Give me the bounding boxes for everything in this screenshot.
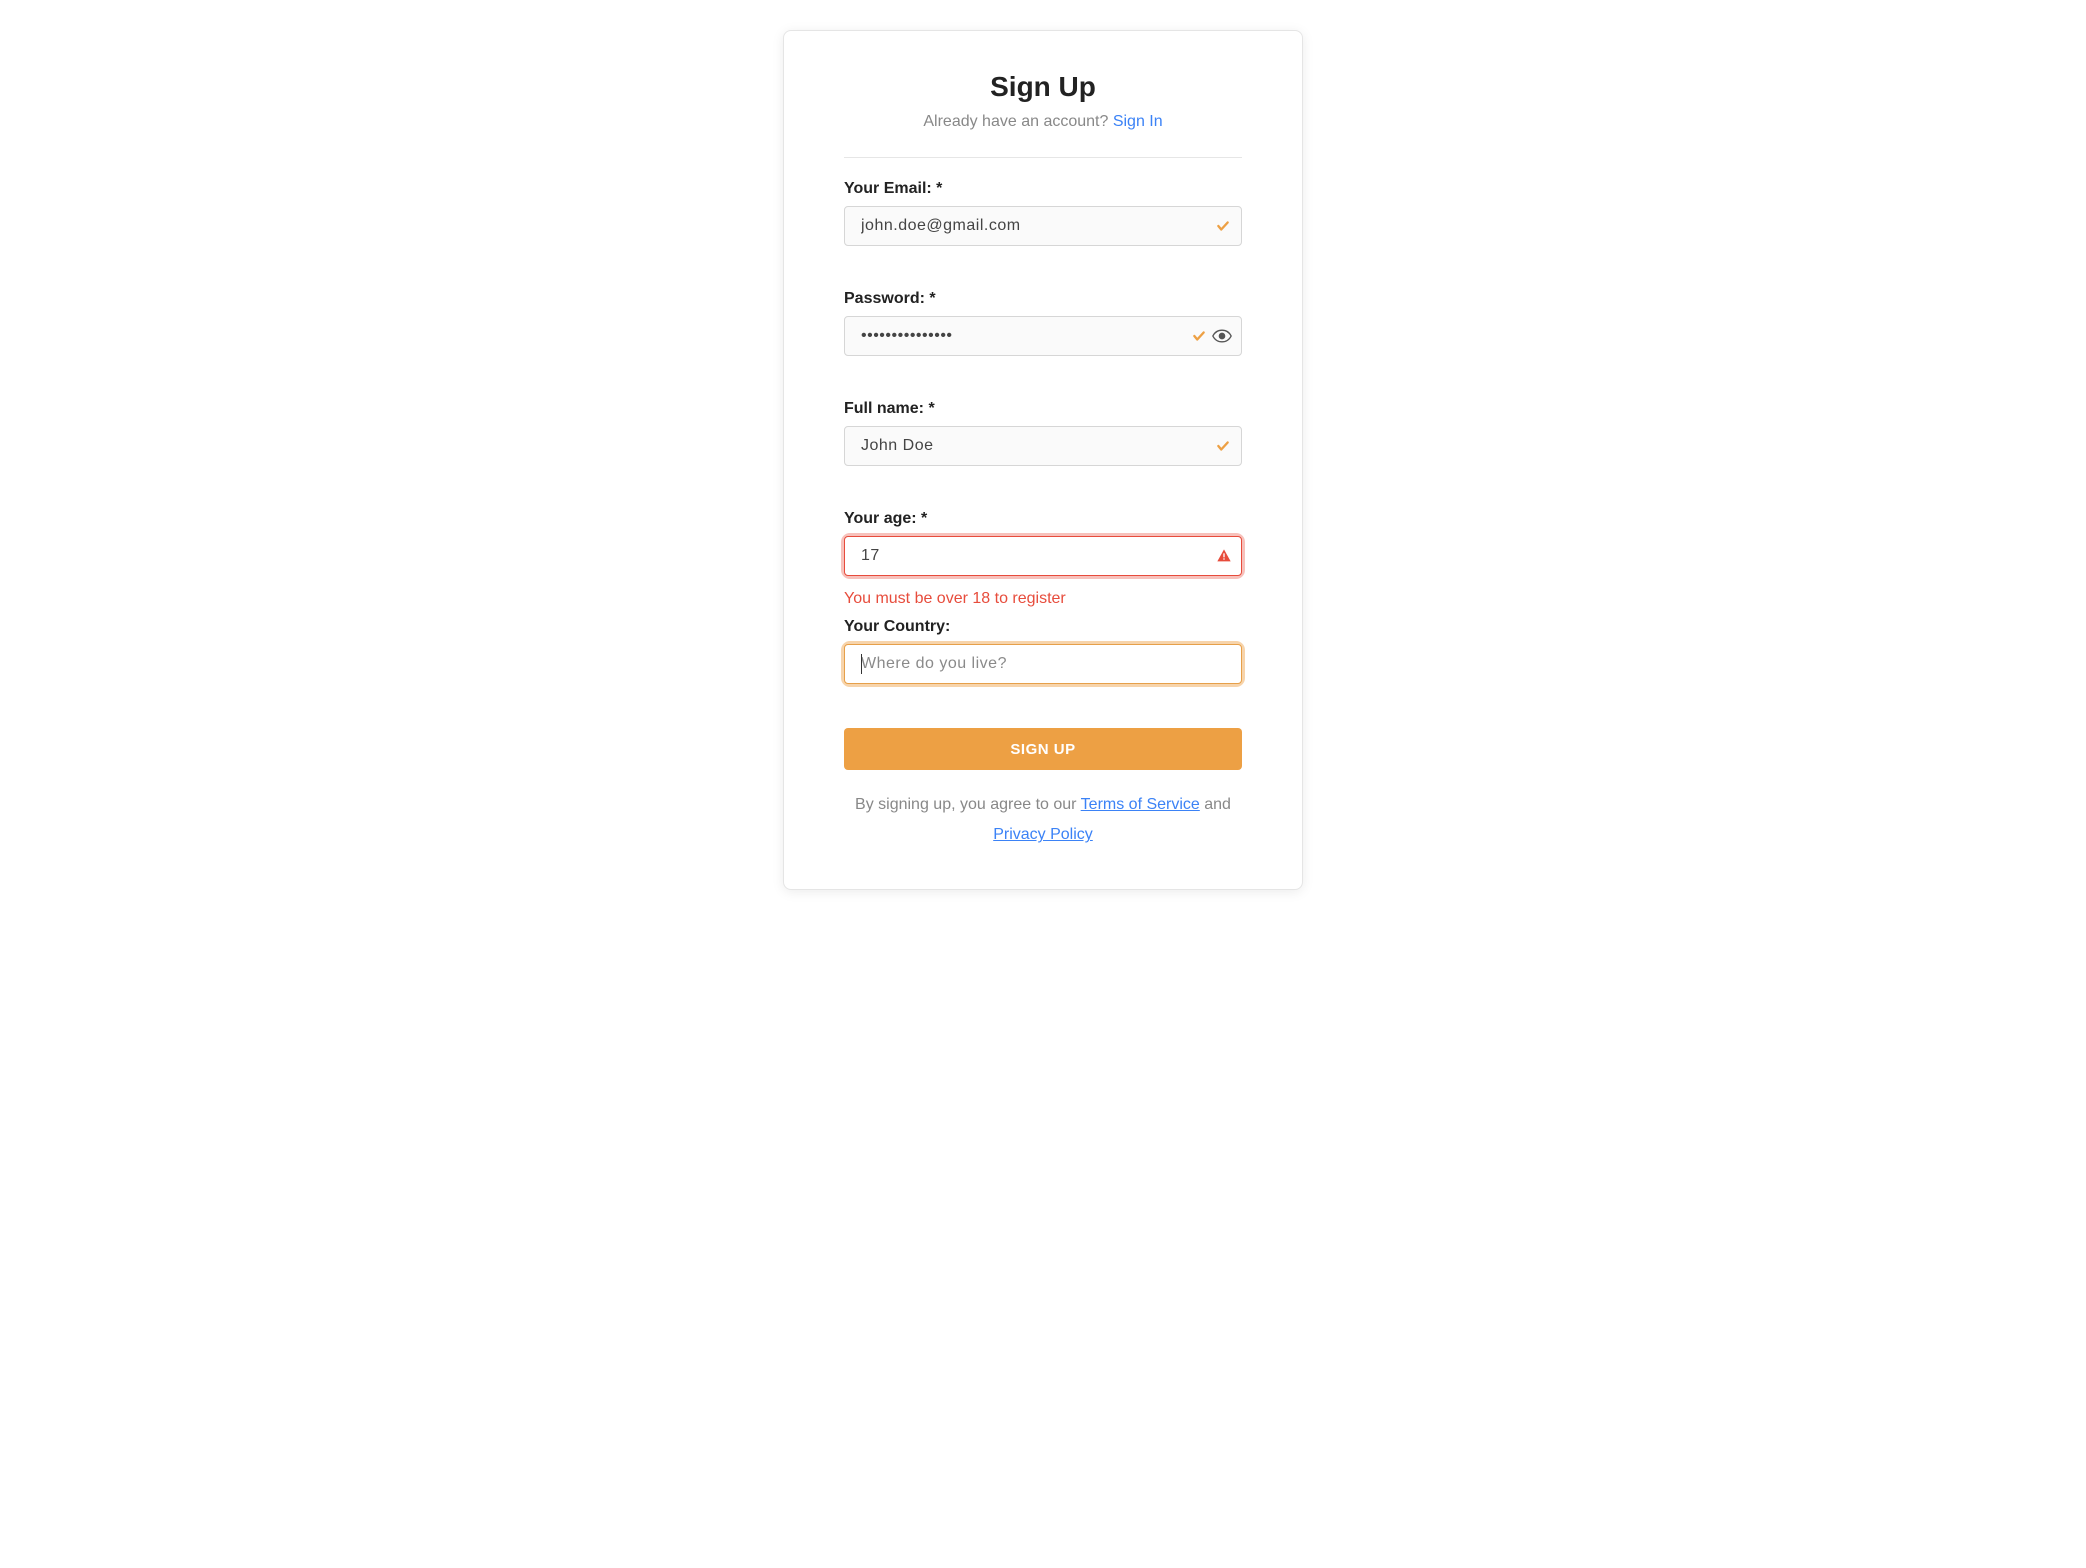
legal-and: and (1200, 796, 1231, 813)
password-input[interactable] (844, 316, 1242, 356)
country-input[interactable] (844, 644, 1242, 684)
signin-row: Already have an account? Sign In (844, 113, 1242, 131)
name-input[interactable] (844, 426, 1242, 466)
warning-icon (1216, 548, 1232, 564)
password-field-group: Password: * (844, 290, 1242, 356)
age-input[interactable] (844, 536, 1242, 576)
age-error-text: You must be over 18 to register (844, 590, 1242, 608)
sign-up-button[interactable]: SIGN UP (844, 728, 1242, 770)
country-field-group: Your Country: (844, 618, 1242, 684)
country-input-wrap (844, 644, 1242, 684)
password-label: Password: * (844, 290, 1242, 308)
eye-icon[interactable] (1212, 329, 1232, 343)
email-label: Your Email: * (844, 180, 1242, 198)
legal-prefix: By signing up, you agree to our (855, 796, 1081, 813)
legal-text: By signing up, you agree to our Terms of… (844, 790, 1242, 851)
name-field-group: Full name: * (844, 400, 1242, 466)
privacy-link[interactable]: Privacy Policy (993, 826, 1093, 843)
email-input-wrap (844, 206, 1242, 246)
check-icon (1214, 439, 1232, 453)
age-label: Your age: * (844, 510, 1242, 528)
sign-in-link[interactable]: Sign In (1113, 113, 1163, 130)
email-field-group: Your Email: * (844, 180, 1242, 246)
text-caret (861, 654, 862, 674)
name-label: Full name: * (844, 400, 1242, 418)
password-input-wrap (844, 316, 1242, 356)
signup-card: Sign Up Already have an account? Sign In… (783, 30, 1303, 890)
name-input-wrap (844, 426, 1242, 466)
divider (844, 157, 1242, 158)
email-input[interactable] (844, 206, 1242, 246)
check-icon (1214, 219, 1232, 233)
page-title: Sign Up (844, 71, 1242, 103)
have-account-text: Already have an account? (923, 113, 1112, 130)
country-label: Your Country: (844, 618, 1242, 636)
age-input-wrap (844, 536, 1242, 576)
check-icon (1190, 329, 1208, 343)
age-field-group: Your age: * You must be over 18 to regis… (844, 510, 1242, 608)
tos-link[interactable]: Terms of Service (1081, 796, 1200, 813)
